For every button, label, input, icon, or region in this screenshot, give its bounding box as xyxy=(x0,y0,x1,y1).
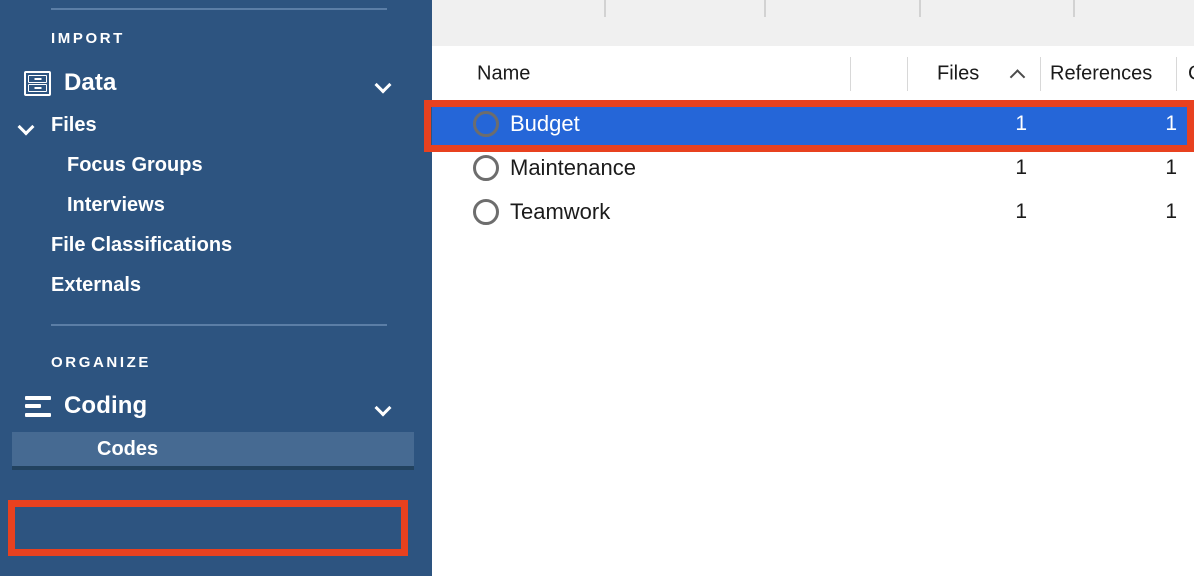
sidebar-group-data-label: Data xyxy=(51,69,116,97)
navigation-sidebar: IMPORT Data Files Focus Groups xyxy=(0,0,432,576)
circle-outline-icon xyxy=(473,199,499,225)
column-header-created[interactable]: C xyxy=(1188,63,1194,86)
table-row[interactable]: Teamwork 1 1 xyxy=(432,190,1194,234)
sidebar-item-file-classifications[interactable]: File Classifications xyxy=(0,225,432,265)
column-divider-4[interactable] xyxy=(1176,57,1177,91)
caret-up-icon[interactable] xyxy=(1010,70,1025,79)
circle-outline-icon xyxy=(473,155,499,181)
sidebar-item-interviews-label: Interviews xyxy=(0,194,165,217)
cell-name: Budget xyxy=(510,111,580,137)
main-content-panel: Name Files References C Budget 1 1 Maint… xyxy=(432,0,1194,576)
circle-outline-icon xyxy=(473,111,499,137)
chevron-down-icon[interactable] xyxy=(0,121,51,129)
cell-references: 1 xyxy=(1077,200,1177,224)
cell-references: 1 xyxy=(1077,156,1177,180)
sidebar-item-codes-label: Codes xyxy=(12,438,158,461)
chevron-down-icon[interactable] xyxy=(376,402,390,410)
table-row[interactable]: Maintenance 1 1 xyxy=(432,146,1194,190)
sidebar-item-externals-label: Externals xyxy=(0,274,141,297)
toolbar-separator-1 xyxy=(604,0,606,17)
column-header-files[interactable]: Files xyxy=(937,63,979,86)
cell-files: 1 xyxy=(952,112,1027,136)
column-divider-2[interactable] xyxy=(907,57,908,91)
cell-files: 1 xyxy=(952,156,1027,180)
table-body: Budget 1 1 Maintenance 1 1 Teamwork 1 1 xyxy=(432,102,1194,234)
sidebar-item-interviews[interactable]: Interviews xyxy=(0,185,432,225)
sidebar-item-files-label: Files xyxy=(51,114,97,137)
sidebar-item-externals[interactable]: Externals xyxy=(0,265,432,305)
cell-name: Maintenance xyxy=(510,155,636,181)
column-divider-3[interactable] xyxy=(1040,57,1041,91)
toolbar-strip xyxy=(432,0,1194,47)
column-divider-1[interactable] xyxy=(850,57,851,91)
sidebar-item-file-classifications-label: File Classifications xyxy=(0,234,232,257)
toolbar-separator-4 xyxy=(1073,0,1075,17)
sidebar-item-focus-groups-label: Focus Groups xyxy=(0,154,203,177)
cell-name: Teamwork xyxy=(510,199,610,225)
cell-files: 1 xyxy=(952,200,1027,224)
sidebar-item-codes[interactable]: Codes xyxy=(12,432,414,470)
sidebar-item-files[interactable]: Files xyxy=(0,105,432,145)
column-header-name[interactable]: Name xyxy=(477,63,530,86)
sidebar-section-organize-label: ORGANIZE xyxy=(0,354,432,371)
chevron-down-icon[interactable] xyxy=(376,79,390,87)
sidebar-item-focus-groups[interactable]: Focus Groups xyxy=(0,145,432,185)
toolbar-separator-2 xyxy=(764,0,766,17)
sidebar-group-coding[interactable]: Coding xyxy=(0,384,432,428)
list-bars-icon xyxy=(0,396,51,417)
application-window: IMPORT Data Files Focus Groups xyxy=(0,0,1194,576)
filing-cabinet-icon xyxy=(0,71,51,96)
toolbar-separator-3 xyxy=(919,0,921,17)
column-header-references[interactable]: References xyxy=(1050,63,1152,86)
table-row[interactable]: Budget 1 1 xyxy=(432,102,1194,146)
table-header-row: Name Files References C xyxy=(432,47,1194,102)
sidebar-group-data[interactable]: Data xyxy=(0,61,432,105)
cell-references: 1 xyxy=(1077,112,1177,136)
sidebar-section-import-label: IMPORT xyxy=(0,30,432,47)
sidebar-group-coding-label: Coding xyxy=(51,392,147,420)
